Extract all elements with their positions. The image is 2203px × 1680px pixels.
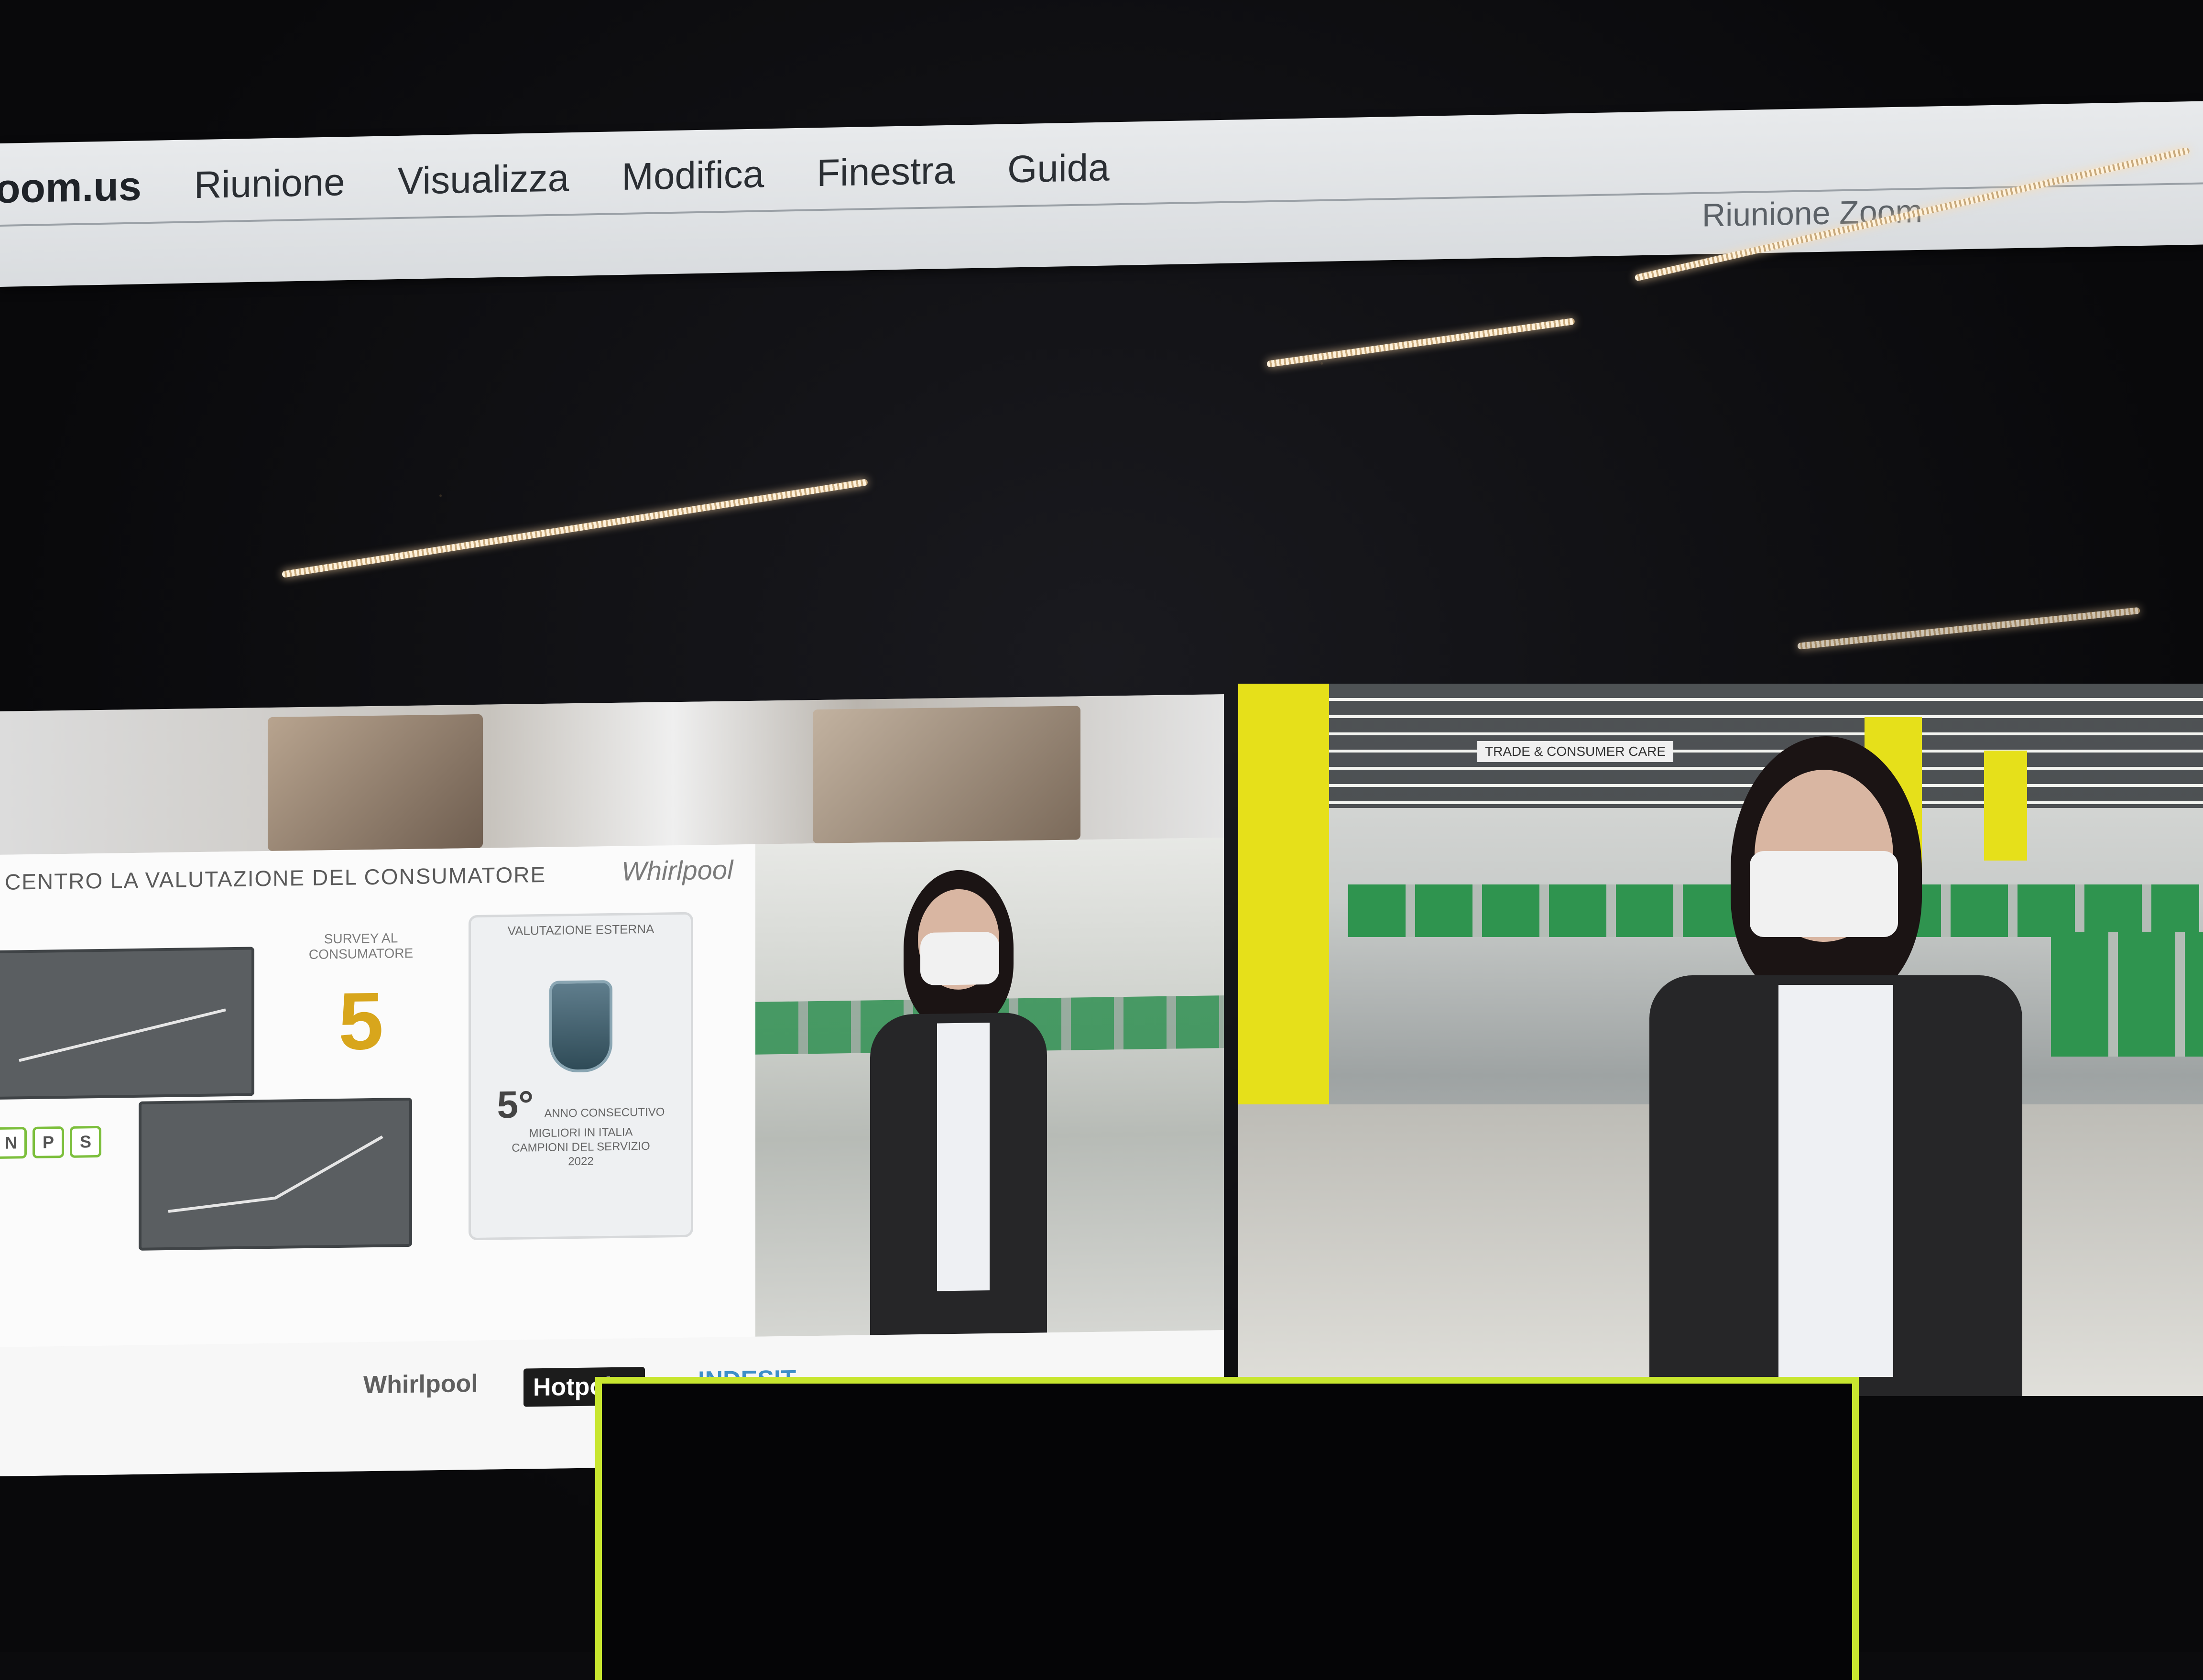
window-title: Riunione Zoom (1702, 193, 1923, 234)
office-ceiling-lights (1238, 684, 2203, 808)
nps-letter: S (70, 1125, 101, 1158)
nps-letter: N (0, 1127, 27, 1159)
menu-app-name[interactable]: oom.us (0, 163, 142, 213)
video-tile-shared-screen[interactable]: CENTRO LA VALUTAZIONE DEL CONSUMATORE Wh… (0, 694, 1224, 1476)
slide-photo (813, 706, 1080, 844)
menu-visualizza[interactable]: Visualizza (398, 156, 569, 203)
line-chart-thumbnail (0, 947, 254, 1100)
video-tile-active-speaker[interactable] (595, 1377, 1859, 1680)
survey-number: 5 (338, 975, 384, 1067)
menu-modifica[interactable]: Modifica (622, 152, 764, 199)
menu-riunione[interactable]: Riunione (194, 160, 345, 207)
badge-year: 2022 (568, 1155, 594, 1168)
logo-whirlpool: Whirlpool (363, 1369, 478, 1399)
shield-icon (549, 980, 612, 1073)
award-badge: VALUTAZIONE ESTERNA 5° ANNO CONSECUTIVO … (469, 912, 693, 1241)
video-tile-participant[interactable]: TRADE & CONSUMER CARE (1238, 684, 2203, 1396)
office-sign: TRADE & CONSUMER CARE (1477, 741, 1674, 762)
speaker-inset-video (755, 838, 1224, 1340)
menu-guida[interactable]: Guida (1007, 145, 1109, 191)
slide-photo (268, 714, 483, 851)
survey-label: SURVEY AL CONSUMATORE (308, 930, 414, 962)
desk-row (2051, 932, 2203, 1057)
nps-letter: P (33, 1126, 64, 1158)
nps-icons: N P S (0, 1125, 101, 1159)
badge-label: VALUTAZIONE ESTERNA (507, 921, 654, 938)
yellow-pillar (1984, 751, 2027, 861)
badge-rank-sub: ANNO CONSECUTIVO (544, 1105, 665, 1120)
menu-finestra[interactable]: Finestra (817, 149, 955, 196)
survey-block: SURVEY AL CONSUMATORE 5 (282, 930, 440, 1067)
menu-items: oom.us Riunione Visualizza Modifica Fine… (0, 131, 1162, 225)
badge-rank: 5° (497, 1083, 534, 1126)
line-chart-thumbnail (139, 1097, 412, 1251)
slide-brand: Whirlpool (622, 854, 733, 886)
